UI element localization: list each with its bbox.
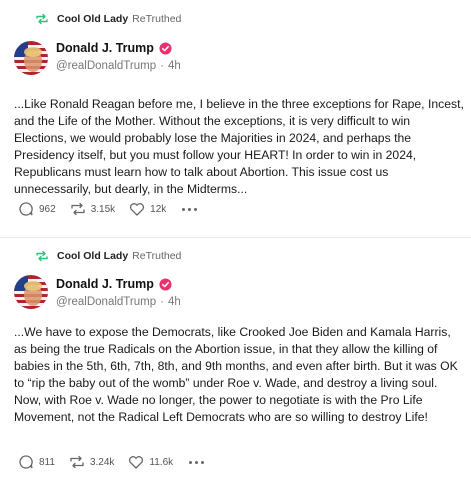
author-name[interactable]: Donald J. Trump bbox=[56, 41, 154, 55]
heart-icon bbox=[130, 203, 145, 216]
heart-icon bbox=[129, 456, 144, 469]
author-handle[interactable]: @realDonaldTrump bbox=[56, 60, 156, 72]
retruth-banner: Cool Old Lady ReTruthed bbox=[35, 13, 181, 25]
retruth-count: 3.24k bbox=[89, 456, 115, 468]
reply-bubble-icon bbox=[19, 202, 33, 216]
verified-badge-icon bbox=[159, 277, 172, 291]
post-text: ...Like Ronald Reagan before me, I belie… bbox=[14, 97, 464, 196]
reply-bubble-icon bbox=[19, 455, 33, 469]
avatar-flag-portrait bbox=[14, 41, 48, 75]
author-name[interactable]: Donald J. Trump bbox=[56, 277, 154, 291]
reply-button[interactable]: 962 bbox=[18, 201, 56, 217]
retruth-user[interactable]: Cool Old Lady bbox=[57, 250, 128, 262]
avatar[interactable] bbox=[14, 275, 48, 309]
like-count: 12k bbox=[150, 203, 167, 215]
retruth-button[interactable]: 3.24k bbox=[69, 454, 114, 470]
retruth-count: 3.15k bbox=[90, 203, 116, 215]
more-dots-icon[interactable] bbox=[189, 460, 205, 464]
verified-badge-icon bbox=[159, 41, 172, 55]
avatar[interactable] bbox=[14, 41, 48, 75]
post-2: Cool Old Lady ReTruthed Donald J. Trump … bbox=[0, 238, 471, 491]
reply-count: 811 bbox=[39, 456, 55, 468]
post-1: Cool Old Lady ReTruthed Donald J. Trump … bbox=[0, 0, 471, 237]
handle-row: @realDonaldTrump · 4h bbox=[56, 60, 181, 72]
author-row: Donald J. Trump bbox=[56, 277, 172, 291]
retruth-action: ReTruthed bbox=[132, 250, 182, 262]
like-count: 11.6k bbox=[149, 456, 174, 468]
post-time[interactable]: 4h bbox=[168, 60, 181, 72]
like-button[interactable]: 12k bbox=[129, 201, 166, 217]
retruth-action: ReTruthed bbox=[132, 13, 182, 25]
handle-row: @realDonaldTrump · 4h bbox=[56, 296, 181, 308]
retruth-arrows-icon bbox=[70, 455, 84, 469]
more-dots-icon[interactable] bbox=[182, 207, 198, 211]
author-row: Donald J. Trump bbox=[56, 41, 172, 55]
avatar-flag-portrait bbox=[14, 275, 48, 309]
reply-button[interactable]: 811 bbox=[18, 454, 55, 470]
retruth-icon bbox=[36, 250, 48, 262]
separator: · bbox=[160, 60, 164, 72]
retruth-user[interactable]: Cool Old Lady bbox=[57, 13, 128, 25]
retruth-banner: Cool Old Lady ReTruthed bbox=[35, 250, 181, 262]
post-time[interactable]: 4h bbox=[168, 296, 181, 308]
reply-count: 962 bbox=[39, 203, 56, 215]
like-button[interactable]: 11.6k bbox=[128, 454, 173, 470]
separator: · bbox=[160, 296, 164, 308]
retruth-button[interactable]: 3.15k bbox=[70, 201, 115, 217]
retruth-arrows-icon bbox=[71, 202, 85, 216]
post-text: ...We have to expose the Democrats, like… bbox=[14, 325, 458, 424]
post-actions: 962 3.15k 12k bbox=[18, 201, 198, 217]
author-handle[interactable]: @realDonaldTrump bbox=[56, 296, 156, 308]
post-actions: 811 3.24k 11.6k bbox=[18, 454, 205, 470]
retruth-icon bbox=[36, 13, 48, 25]
